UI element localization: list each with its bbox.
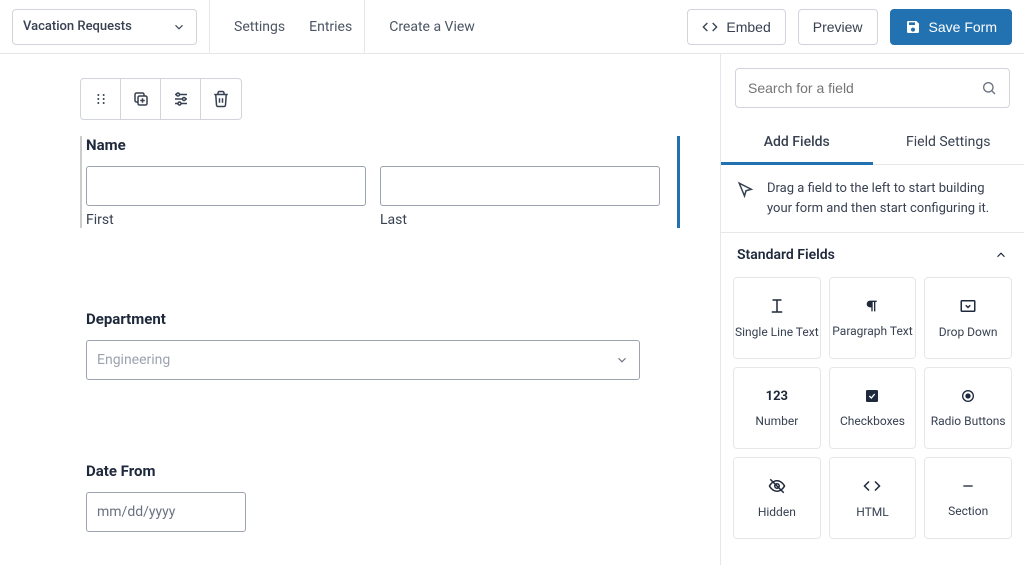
eye-off-icon bbox=[768, 477, 786, 495]
divider bbox=[364, 0, 365, 54]
form-name: Vacation Requests bbox=[23, 19, 132, 34]
save-label: Save Form bbox=[929, 19, 997, 35]
field-toolbar bbox=[80, 78, 242, 120]
field-checkboxes[interactable]: Checkboxes bbox=[829, 367, 917, 449]
field-paragraph-text[interactable]: Paragraph Text bbox=[829, 277, 917, 359]
tab-field-settings[interactable]: Field Settings bbox=[873, 122, 1024, 164]
department-placeholder: Engineering bbox=[97, 352, 170, 368]
field-radio-buttons[interactable]: Radio Buttons bbox=[924, 367, 1012, 449]
field-search[interactable] bbox=[735, 68, 1010, 108]
checkbox-icon bbox=[864, 388, 880, 404]
form-canvas: Name First Last Department Engineering D… bbox=[0, 54, 720, 565]
settings-button[interactable] bbox=[161, 79, 201, 119]
date-placeholder: mm/dd/yyyy bbox=[97, 504, 175, 520]
delete-button[interactable] bbox=[201, 79, 241, 119]
field-section[interactable]: Section bbox=[924, 457, 1012, 539]
save-button[interactable]: Save Form bbox=[890, 9, 1012, 45]
drag-handle-icon bbox=[93, 91, 109, 107]
name-field-block[interactable]: Name First Last bbox=[80, 136, 660, 228]
chevron-down-icon bbox=[615, 353, 629, 367]
name-label: Name bbox=[86, 136, 660, 154]
hint-text: Drag a field to the left to start buildi… bbox=[767, 179, 1008, 218]
dropdown-icon bbox=[959, 297, 977, 315]
save-icon bbox=[905, 19, 921, 35]
divider bbox=[209, 0, 210, 54]
cursor-icon bbox=[737, 181, 755, 199]
number-icon: 123 bbox=[766, 389, 788, 404]
first-name-input[interactable] bbox=[86, 166, 366, 206]
department-field-block[interactable]: Department Engineering bbox=[80, 310, 640, 380]
date-from-field-block[interactable]: Date From mm/dd/yyyy bbox=[80, 462, 696, 532]
field-dropdown[interactable]: Drop Down bbox=[924, 277, 1012, 359]
nav-settings[interactable]: Settings bbox=[234, 19, 285, 35]
first-sublabel: First bbox=[86, 212, 366, 228]
embed-button[interactable]: Embed bbox=[687, 9, 785, 45]
chevron-up-icon bbox=[994, 248, 1008, 262]
standard-fields-label: Standard Fields bbox=[737, 247, 835, 263]
text-icon bbox=[768, 297, 786, 315]
form-selector-dropdown[interactable]: Vacation Requests bbox=[12, 9, 197, 45]
duplicate-icon bbox=[132, 90, 150, 108]
field-single-line-text[interactable]: Single Line Text bbox=[733, 277, 821, 359]
nav-links-right: Create a View bbox=[377, 19, 475, 35]
top-bar: Vacation Requests Settings Entries Creat… bbox=[0, 0, 1024, 54]
field-hidden[interactable]: Hidden bbox=[733, 457, 821, 539]
sliders-icon bbox=[172, 90, 190, 108]
minus-icon bbox=[960, 478, 976, 494]
search-input[interactable] bbox=[748, 80, 981, 96]
nav-entries[interactable]: Entries bbox=[309, 19, 352, 35]
date-from-input[interactable]: mm/dd/yyyy bbox=[86, 492, 246, 532]
last-name-input[interactable] bbox=[380, 166, 660, 206]
duplicate-button[interactable] bbox=[121, 79, 161, 119]
nav-create-view[interactable]: Create a View bbox=[389, 19, 475, 35]
preview-button[interactable]: Preview bbox=[798, 9, 878, 45]
standard-fields-header[interactable]: Standard Fields bbox=[721, 233, 1024, 277]
paragraph-icon bbox=[864, 298, 880, 314]
chevron-down-icon bbox=[172, 20, 186, 34]
sidebar: Add Fields Field Settings Drag a field t… bbox=[720, 54, 1024, 565]
trash-icon bbox=[212, 90, 230, 108]
drag-handle-button[interactable] bbox=[81, 79, 121, 119]
code-icon bbox=[863, 477, 881, 495]
field-html[interactable]: HTML bbox=[829, 457, 917, 539]
sidebar-tabs: Add Fields Field Settings bbox=[721, 122, 1024, 165]
search-icon bbox=[981, 80, 997, 96]
embed-label: Embed bbox=[726, 19, 770, 35]
department-select[interactable]: Engineering bbox=[86, 340, 640, 380]
field-grid: Single Line Text Paragraph Text Drop Dow… bbox=[721, 277, 1024, 551]
department-label: Department bbox=[86, 310, 640, 328]
tab-add-fields[interactable]: Add Fields bbox=[721, 122, 873, 165]
field-number[interactable]: 123 Number bbox=[733, 367, 821, 449]
radio-icon bbox=[960, 388, 976, 404]
nav-links: Settings Entries bbox=[222, 19, 352, 35]
last-sublabel: Last bbox=[380, 212, 660, 228]
preview-label: Preview bbox=[813, 19, 863, 35]
code-icon bbox=[702, 19, 718, 35]
date-from-label: Date From bbox=[86, 462, 696, 480]
hint-box: Drag a field to the left to start buildi… bbox=[721, 165, 1024, 233]
